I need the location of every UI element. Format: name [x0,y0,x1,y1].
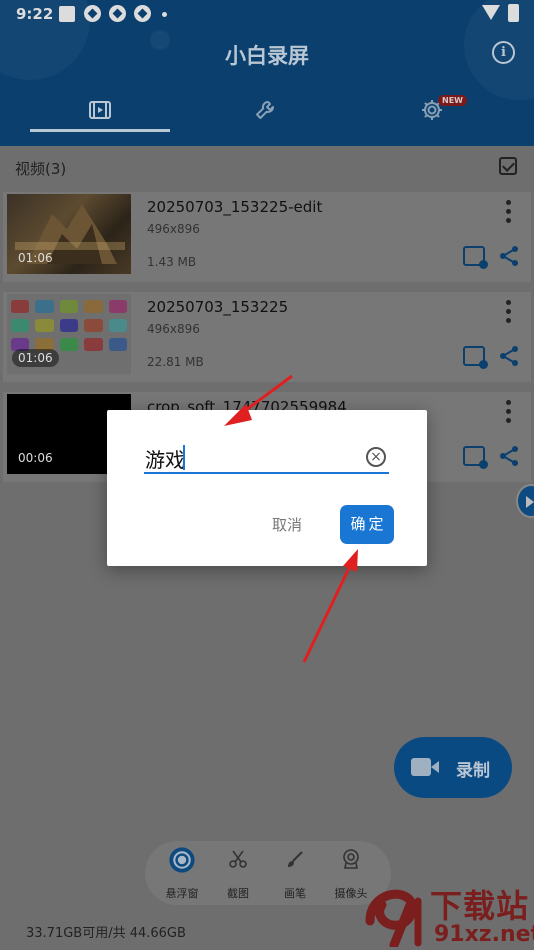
app-notification-icon [84,5,101,22]
list-item[interactable]: 01:06 20250703_153225-edit 496x896 1.43 … [0,192,534,282]
watermark-url: 91xz.net [434,922,534,947]
wifi-icon [482,5,500,20]
cancel-button[interactable]: 取消 [272,514,302,535]
more-vert-icon[interactable] [506,400,511,424]
scissors-icon [229,850,247,868]
video-title: 20250703_153225-edit [147,198,323,216]
image-edit-icon[interactable] [463,246,488,269]
video-title: 20250703_153225 [147,298,289,316]
tool-label: 画笔 [284,887,306,900]
share-icon[interactable] [498,445,520,467]
video-thumbnail[interactable]: 01:06 [7,194,131,274]
battery-icon [508,4,519,22]
app-header: 9:22 小白录屏 i NEW [0,0,534,146]
more-notifications-icon [162,12,167,17]
video-size: 22.81 MB [147,355,204,369]
share-icon[interactable] [498,345,520,367]
app-notification-icon [109,5,126,22]
tool-label: 截图 [227,887,249,900]
tab-videos[interactable] [30,90,170,130]
video-resolution: 496x896 [147,322,200,336]
video-duration: 01:06 [12,349,59,367]
video-duration: 01:06 [18,251,53,265]
clear-icon[interactable]: × [366,447,386,467]
annotation-arrow-bottom [302,565,352,663]
video-icon [89,101,111,119]
tab-settings[interactable] [362,90,502,130]
info-icon[interactable]: i [492,41,515,64]
wrench-icon [256,101,274,119]
more-vert-icon[interactable] [506,300,511,324]
share-icon[interactable] [498,245,520,267]
watermark-logo [365,889,422,947]
watermark-text: 下载站 [430,887,530,925]
camera-icon [343,849,359,869]
status-bar: 9:22 [0,0,534,28]
video-count-label: 视频(3) [15,160,67,178]
app-notification-icon [134,5,151,22]
image-edit-icon[interactable] [463,446,488,469]
storage-info: 33.71GB可用/共 44.66GB [26,926,186,941]
video-resolution: 496x896 [147,222,200,236]
page-title: 小白录屏 [225,44,309,68]
rename-dialog: 游戏 × 取消 确定 [107,410,427,566]
app-grid-thumbnail [11,300,127,351]
tool-screenshot[interactable]: 截图 [210,841,266,905]
input-underline [144,472,389,474]
video-size: 1.43 MB [147,255,197,269]
brush-icon [288,851,303,867]
list-header: 视频(3) [0,146,534,192]
bottom-toolbar: 悬浮窗 截图 画笔 摄像头 [145,841,391,905]
video-duration: 00:06 [18,451,53,465]
video-camera-icon [411,758,439,776]
tool-floating-window[interactable]: 悬浮窗 [154,841,210,905]
new-badge: NEW [438,95,467,106]
tool-label: 悬浮窗 [165,887,199,900]
notification-icon [59,6,75,22]
status-time: 9:22 [16,5,54,23]
multi-select-icon[interactable] [499,157,517,175]
video-thumbnail[interactable]: 01:06 [7,294,131,374]
floating-play-button[interactable] [516,484,534,518]
image-edit-icon[interactable] [463,346,488,369]
tab-indicator [30,129,170,132]
floating-window-icon [169,847,195,873]
rename-input[interactable]: 游戏 [145,444,185,473]
record-label: 录制 [456,761,490,781]
tab-tools[interactable] [196,90,336,130]
confirm-button[interactable]: 确定 [340,505,394,544]
site-watermark: 下载站 91xz.net [364,877,534,950]
list-item[interactable]: 01:06 20250703_153225 496x896 22.81 MB [0,292,534,382]
tool-brush[interactable]: 画笔 [267,841,323,905]
text-cursor [183,445,185,470]
record-button[interactable]: 录制 [394,737,512,798]
more-vert-icon[interactable] [506,200,511,224]
